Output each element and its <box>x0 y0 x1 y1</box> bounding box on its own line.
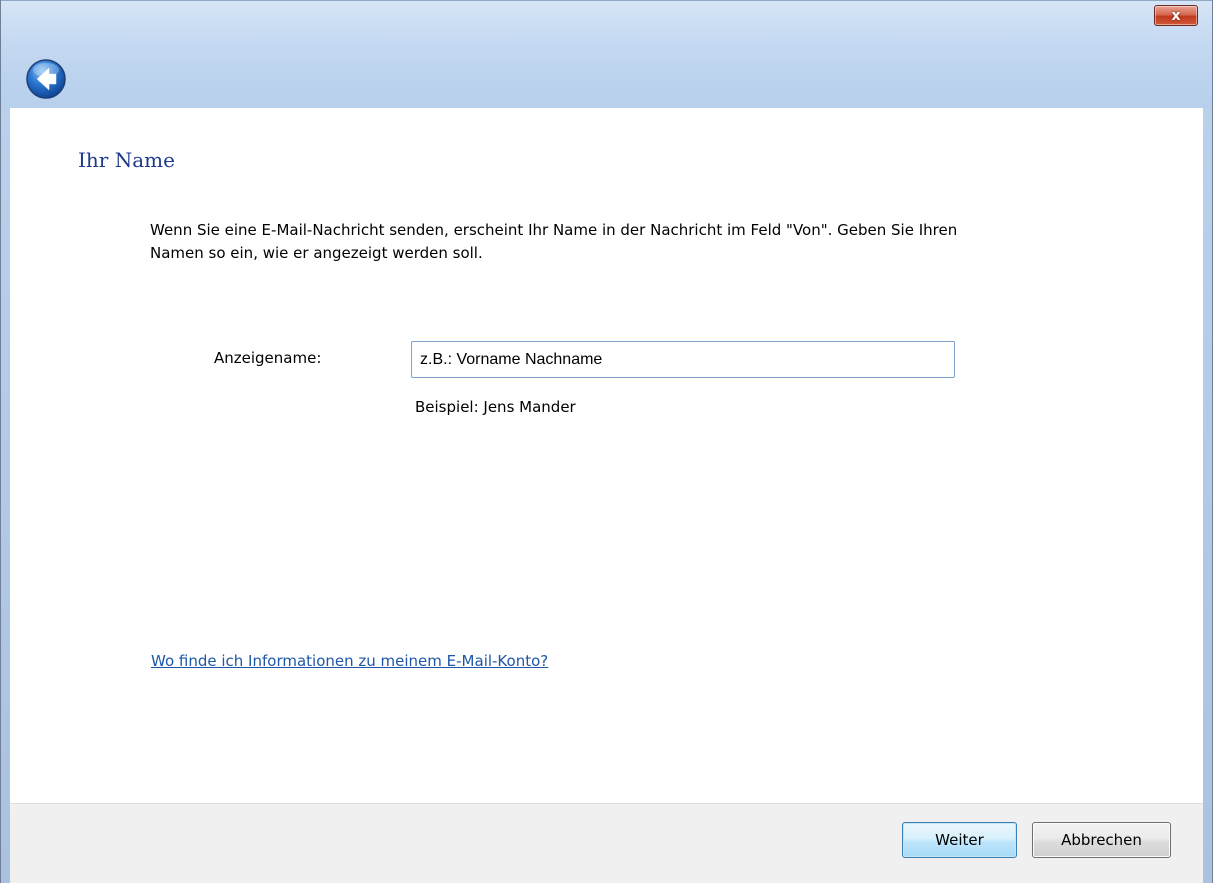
window-frame-right <box>1203 108 1212 883</box>
display-name-example: Beispiel: Jens Mander <box>415 398 576 416</box>
help-link[interactable]: Wo finde ich Informationen zu meinem E-M… <box>151 652 548 670</box>
back-button[interactable] <box>25 58 67 100</box>
close-icon: x <box>1171 7 1181 24</box>
back-arrow-icon <box>26 59 66 99</box>
display-name-label: Anzeigename: <box>214 349 322 367</box>
button-bar <box>10 803 1203 883</box>
dialog-window: x Ihr Name Wenn Sie eine E-Mail-Nachrich… <box>0 0 1213 883</box>
close-button[interactable]: x <box>1154 5 1198 26</box>
next-button-label: Weiter <box>935 831 984 849</box>
cancel-button[interactable]: Abbrechen <box>1032 822 1171 858</box>
page-title: Ihr Name <box>78 148 175 172</box>
next-button[interactable]: Weiter <box>902 822 1017 858</box>
display-name-input[interactable] <box>411 341 955 378</box>
intro-text: Wenn Sie eine E-Mail-Nachricht senden, e… <box>150 221 958 262</box>
cancel-button-label: Abbrechen <box>1061 831 1142 849</box>
title-bar: x <box>1 0 1212 108</box>
content-area <box>10 108 1203 803</box>
window-frame-left <box>1 108 10 883</box>
